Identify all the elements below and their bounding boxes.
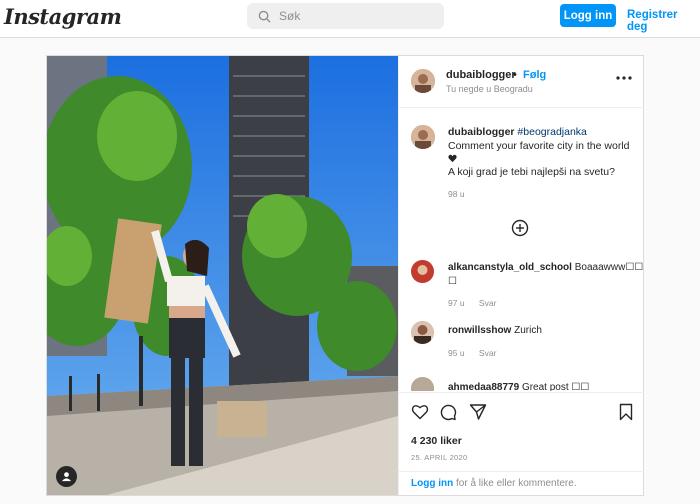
reply-button[interactable]: Svar [479, 298, 496, 308]
comment-username[interactable]: ronwillsshow [448, 325, 511, 336]
comment-text-cont: ☐ [448, 276, 457, 287]
author-avatar[interactable] [411, 69, 435, 93]
comment-avatar[interactable] [411, 260, 434, 283]
caption-text-1: Comment your favorite city in the world [448, 140, 630, 152]
share-icon[interactable] [469, 403, 487, 421]
register-link[interactable]: Registrer deg [627, 9, 700, 33]
like-count[interactable]: 4 230 liker [411, 435, 462, 447]
comment-2: ronwillsshow Zurich [448, 324, 542, 337]
author-username[interactable]: dubaiblogger [446, 69, 516, 81]
post-date[interactable]: 25. APRIL 2020 [411, 453, 467, 462]
search-box[interactable]: Søk [247, 3, 444, 29]
comment-time[interactable]: 97 u [448, 298, 465, 308]
post-photo[interactable] [47, 56, 398, 495]
caption-avatar[interactable] [411, 125, 435, 149]
comment-avatar[interactable] [411, 377, 434, 391]
reply-button[interactable]: Svar [479, 348, 496, 358]
comment-text: Great post ☐☐ [521, 382, 590, 391]
post-card: dubaiblogger • Følg Tu negde u Beogradu … [46, 55, 644, 496]
login-prompt: Logg inn for å like eller kommentere. [399, 471, 644, 495]
comment-time[interactable]: 95 u [448, 348, 465, 358]
comment-icon[interactable] [439, 403, 457, 421]
comment-1: alkancanstyla_old_school Boaaawww☐☐ [448, 261, 643, 274]
comments-list: alkancanstyla_old_school Boaaawww☐☐ ☐ 97… [399, 251, 644, 391]
user-tag-icon[interactable] [56, 466, 77, 487]
more-icon[interactable] [614, 73, 634, 83]
login-button[interactable]: Logg inn [560, 4, 616, 27]
like-icon[interactable] [411, 403, 429, 421]
comment-3: ahmedaa88779 Great post ☐☐ [448, 381, 589, 391]
comment-text: Zurich [514, 325, 542, 336]
footer-text: for å like eller kommentere. [453, 478, 577, 489]
post-sidebar: dubaiblogger • Følg Tu negde u Beogradu … [398, 56, 644, 495]
action-bar [399, 392, 644, 422]
post-location[interactable]: Tu negde u Beogradu [446, 84, 533, 94]
follow-button[interactable]: Følg [523, 69, 546, 81]
comment-meta: 97 u Svar [448, 298, 508, 308]
footer-login-link[interactable]: Logg inn [411, 478, 453, 489]
comment-username[interactable]: alkancanstyla_old_school [448, 262, 572, 273]
search-icon [258, 10, 271, 23]
comment-meta: 95 u Svar [448, 348, 508, 358]
plus-circle-icon[interactable] [511, 219, 529, 237]
comment-avatar[interactable] [411, 321, 434, 344]
caption-username[interactable]: dubaiblogger [448, 126, 515, 138]
instagram-logo[interactable]: Instagram [4, 4, 122, 29]
heart-icon [448, 154, 457, 163]
separator-dot: • [513, 69, 517, 81]
comment-username[interactable]: ahmedaa88779 [448, 382, 519, 391]
caption-hashtag[interactable]: #beogradjanka [517, 126, 586, 138]
save-icon[interactable] [617, 403, 635, 421]
caption-first-line: dubaiblogger #beogradjanka [448, 126, 587, 139]
caption-text-2: A koji grad je tebi najlepši na svetu? [448, 166, 615, 178]
comment-text: Boaaawww☐☐ [574, 262, 644, 273]
top-nav: Instagram Søk Logg inn Registrer deg [0, 0, 700, 38]
search-placeholder[interactable]: Søk [279, 9, 300, 23]
post-header: dubaiblogger • Følg Tu negde u Beogradu [399, 56, 644, 108]
caption-time[interactable]: 98 u [448, 189, 465, 199]
